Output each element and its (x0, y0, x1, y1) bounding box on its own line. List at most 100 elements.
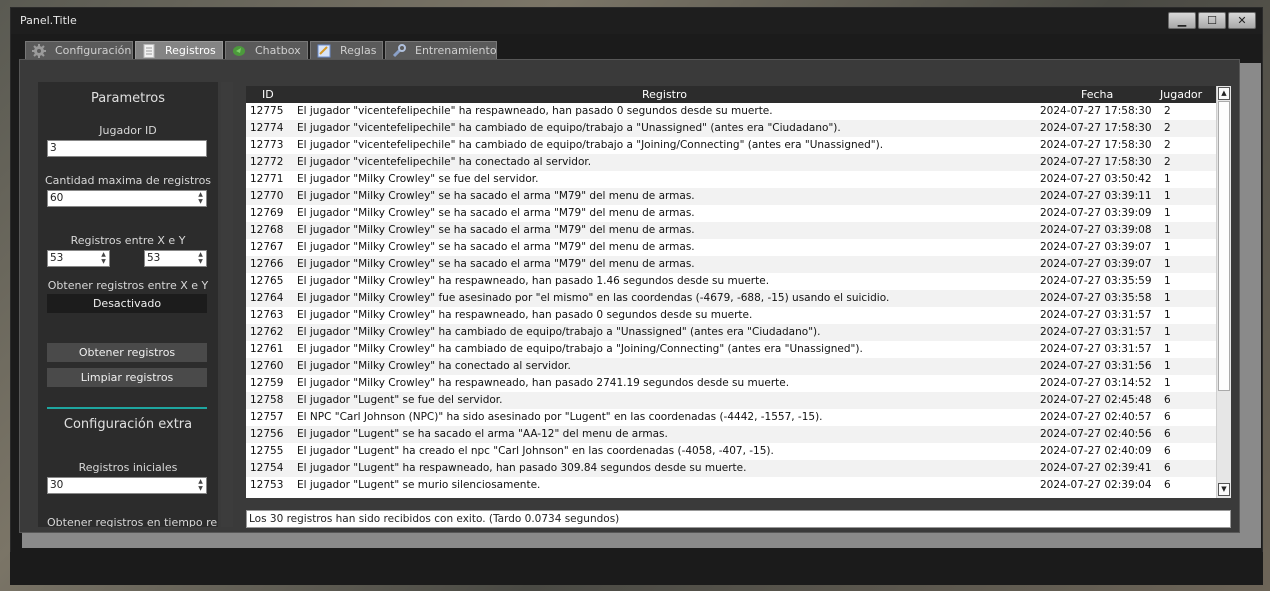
cell-id: 12760 (250, 360, 284, 372)
cell-id: 12768 (250, 224, 284, 236)
tab-configuracion[interactable]: Configuración (25, 41, 133, 61)
table-body: 12775 El jugador "vicentefelipechile" ha … (246, 103, 1216, 496)
cell-jugador-id: 6 (1164, 394, 1171, 406)
cell-id: 12775 (250, 105, 284, 117)
scroll-up-icon[interactable]: ▲ (1218, 87, 1230, 100)
cell-registro: El jugador "Milky Crowley" se ha sacado … (297, 224, 695, 236)
extra-config-heading: Configuración extra (63, 417, 193, 432)
jugador-id-input[interactable]: 3 (47, 140, 207, 157)
cell-registro: El jugador "vicentefelipechile" ha cambi… (297, 139, 884, 151)
cell-fecha: 2024-07-27 02:40:56 (1040, 428, 1152, 440)
table-row[interactable]: 12760 El jugador "Milky Crowley" ha conec… (246, 358, 1216, 375)
cell-registro: El jugador "Milky Crowley" se ha sacado … (297, 241, 695, 253)
maximize-button[interactable]: ☐ (1198, 12, 1226, 29)
obtener-entre-toggle[interactable]: Desactivado (47, 294, 207, 313)
table-scrollbar[interactable]: ▲ ▼ (1216, 86, 1231, 498)
table-row[interactable]: 12761 El jugador "Milky Crowley" ha cambi… (246, 341, 1216, 358)
limpiar-registros-button[interactable]: Limpiar registros (47, 368, 207, 387)
table-row[interactable]: 12770 El jugador "Milky Crowley" se ha sa… (246, 188, 1216, 205)
tab-chatbox[interactable]: Chatbox (225, 41, 308, 61)
table-row[interactable]: 12772 El jugador "vicentefelipechile" ha … (246, 154, 1216, 171)
tab-registros[interactable]: Registros (135, 41, 223, 61)
tab-bar: Configuración Registros Chatbox Reglas E… (25, 41, 525, 61)
table-row[interactable]: 12774 El jugador "vicentefelipechile" ha … (246, 120, 1216, 137)
close-button[interactable]: ✕ (1228, 12, 1256, 29)
cell-registro: El jugador "vicentefelipechile" ha cambi… (297, 122, 841, 134)
cell-registro: El jugador "Milky Crowley" ha cambiado d… (297, 326, 821, 338)
tab-reglas[interactable]: Reglas (310, 41, 383, 61)
cell-id: 12754 (250, 462, 284, 474)
cell-jugador-id: 1 (1164, 190, 1171, 202)
cell-jugador-id: 6 (1164, 445, 1171, 457)
cell-id: 12765 (250, 275, 284, 287)
window-title: Panel.Title (20, 14, 77, 27)
cell-registro: El jugador "Milky Crowley" ha conectado … (297, 360, 571, 372)
cell-fecha: 2024-07-27 03:39:07 (1040, 241, 1152, 253)
gear-icon (32, 44, 46, 58)
cell-fecha: 2024-07-27 03:14:52 (1040, 377, 1152, 389)
parameters-scrollbar[interactable] (221, 82, 233, 527)
cell-registro: El jugador "Milky Crowley" se fue del se… (297, 173, 539, 185)
cell-id: 12772 (250, 156, 284, 168)
table-row[interactable]: 12758 El jugador "Lugent" se fue del serv… (246, 392, 1216, 409)
scroll-down-icon[interactable]: ▼ (1218, 483, 1230, 496)
spinner-arrows-icon[interactable]: ▲ ▼ (196, 478, 205, 493)
table-row[interactable]: 12757 El NPC "Carl Johnson (NPC)" ha sido… (246, 409, 1216, 426)
cell-jugador-id: 1 (1164, 360, 1171, 372)
entre-x-value: 53 (50, 252, 64, 264)
registros-iniciales-value: 30 (50, 479, 64, 491)
tab-label: Entrenamiento (415, 44, 497, 57)
table-row[interactable]: 12769 El jugador "Milky Crowley" se ha sa… (246, 205, 1216, 222)
cell-jugador-id: 1 (1164, 326, 1171, 338)
table-row[interactable]: 12756 El jugador "Lugent" se ha sacado el… (246, 426, 1216, 443)
header-id[interactable]: ID (262, 88, 274, 101)
table-row[interactable]: 12771 El jugador "Milky Crowley" se fue d… (246, 171, 1216, 188)
wrench-icon (392, 44, 406, 58)
cell-jugador-id: 1 (1164, 377, 1171, 389)
cell-registro: El jugador "Milky Crowley" ha cambiado d… (297, 343, 863, 355)
table-row[interactable]: 12764 El jugador "Milky Crowley" fue ases… (246, 290, 1216, 307)
table-row[interactable]: 12759 El jugador "Milky Crowley" ha respa… (246, 375, 1216, 392)
cell-id: 12769 (250, 207, 284, 219)
parameters-panel: Parametros Jugador ID 3 Cantidad maxima … (38, 82, 218, 527)
cell-jugador-id: 1 (1164, 275, 1171, 287)
entre-x-input[interactable]: 53 ▲ ▼ (47, 250, 110, 267)
obtener-registros-button[interactable]: Obtener registros (47, 343, 207, 362)
table-header: ID Registro Fecha Jugador ID (246, 86, 1216, 114)
cell-registro: El jugador "Lugent" se ha sacado el arma… (297, 428, 668, 440)
table-row[interactable]: 12754 El jugador "Lugent" ha respawneado,… (246, 460, 1216, 477)
table-row[interactable]: 12765 El jugador "Milky Crowley" ha respa… (246, 273, 1216, 290)
cantidad-maxima-input[interactable]: 60 ▲ ▼ (47, 190, 207, 207)
registros-entre-label: Registros entre X e Y (70, 234, 186, 247)
cell-fecha: 2024-07-27 17:58:30 (1040, 156, 1152, 168)
table-row[interactable]: 12763 El jugador "Milky Crowley" ha respa… (246, 307, 1216, 324)
cell-jugador-id: 1 (1164, 258, 1171, 270)
table-row[interactable]: 12768 El jugador "Milky Crowley" se ha sa… (246, 222, 1216, 239)
spinner-arrows-icon[interactable]: ▲ ▼ (196, 191, 205, 206)
header-registro[interactable]: Registro (642, 88, 687, 101)
registros-iniciales-input[interactable]: 30 ▲ ▼ (47, 477, 207, 494)
entre-y-input[interactable]: 53 ▲ ▼ (144, 250, 207, 267)
table-row[interactable]: 12767 El jugador "Milky Crowley" se ha sa… (246, 239, 1216, 256)
minimize-button[interactable]: ▁ (1168, 12, 1196, 29)
table-row[interactable]: 12753 El jugador "Lugent" se murio silenc… (246, 477, 1216, 494)
cell-fecha: 2024-07-27 03:31:57 (1040, 326, 1152, 338)
table-row[interactable]: 12773 El jugador "vicentefelipechile" ha … (246, 137, 1216, 154)
spinner-arrows-icon[interactable]: ▲ ▼ (196, 251, 205, 266)
table-row[interactable]: 12762 El jugador "Milky Crowley" ha cambi… (246, 324, 1216, 341)
table-row[interactable]: 12766 El jugador "Milky Crowley" se ha sa… (246, 256, 1216, 273)
cell-id: 12761 (250, 343, 284, 355)
cell-id: 12771 (250, 173, 284, 185)
cell-jugador-id: 6 (1164, 411, 1171, 423)
tab-entrenamiento[interactable]: Entrenamiento (385, 41, 497, 61)
cell-registro: El jugador "Milky Crowley" ha respawnead… (297, 275, 770, 287)
table-row[interactable]: 12775 El jugador "vicentefelipechile" ha … (246, 103, 1216, 120)
rules-icon (317, 44, 331, 58)
cell-id: 12762 (250, 326, 284, 338)
cell-registro: El jugador "Lugent" ha creado el npc "Ca… (297, 445, 774, 457)
spinner-arrows-icon[interactable]: ▲ ▼ (99, 251, 108, 266)
table-row[interactable]: 12755 El jugador "Lugent" ha creado el np… (246, 443, 1216, 460)
scroll-thumb[interactable] (1218, 101, 1230, 391)
title-bar[interactable]: Panel.Title ▁ ☐ ✕ (11, 8, 1262, 34)
header-fecha[interactable]: Fecha (1081, 88, 1113, 101)
